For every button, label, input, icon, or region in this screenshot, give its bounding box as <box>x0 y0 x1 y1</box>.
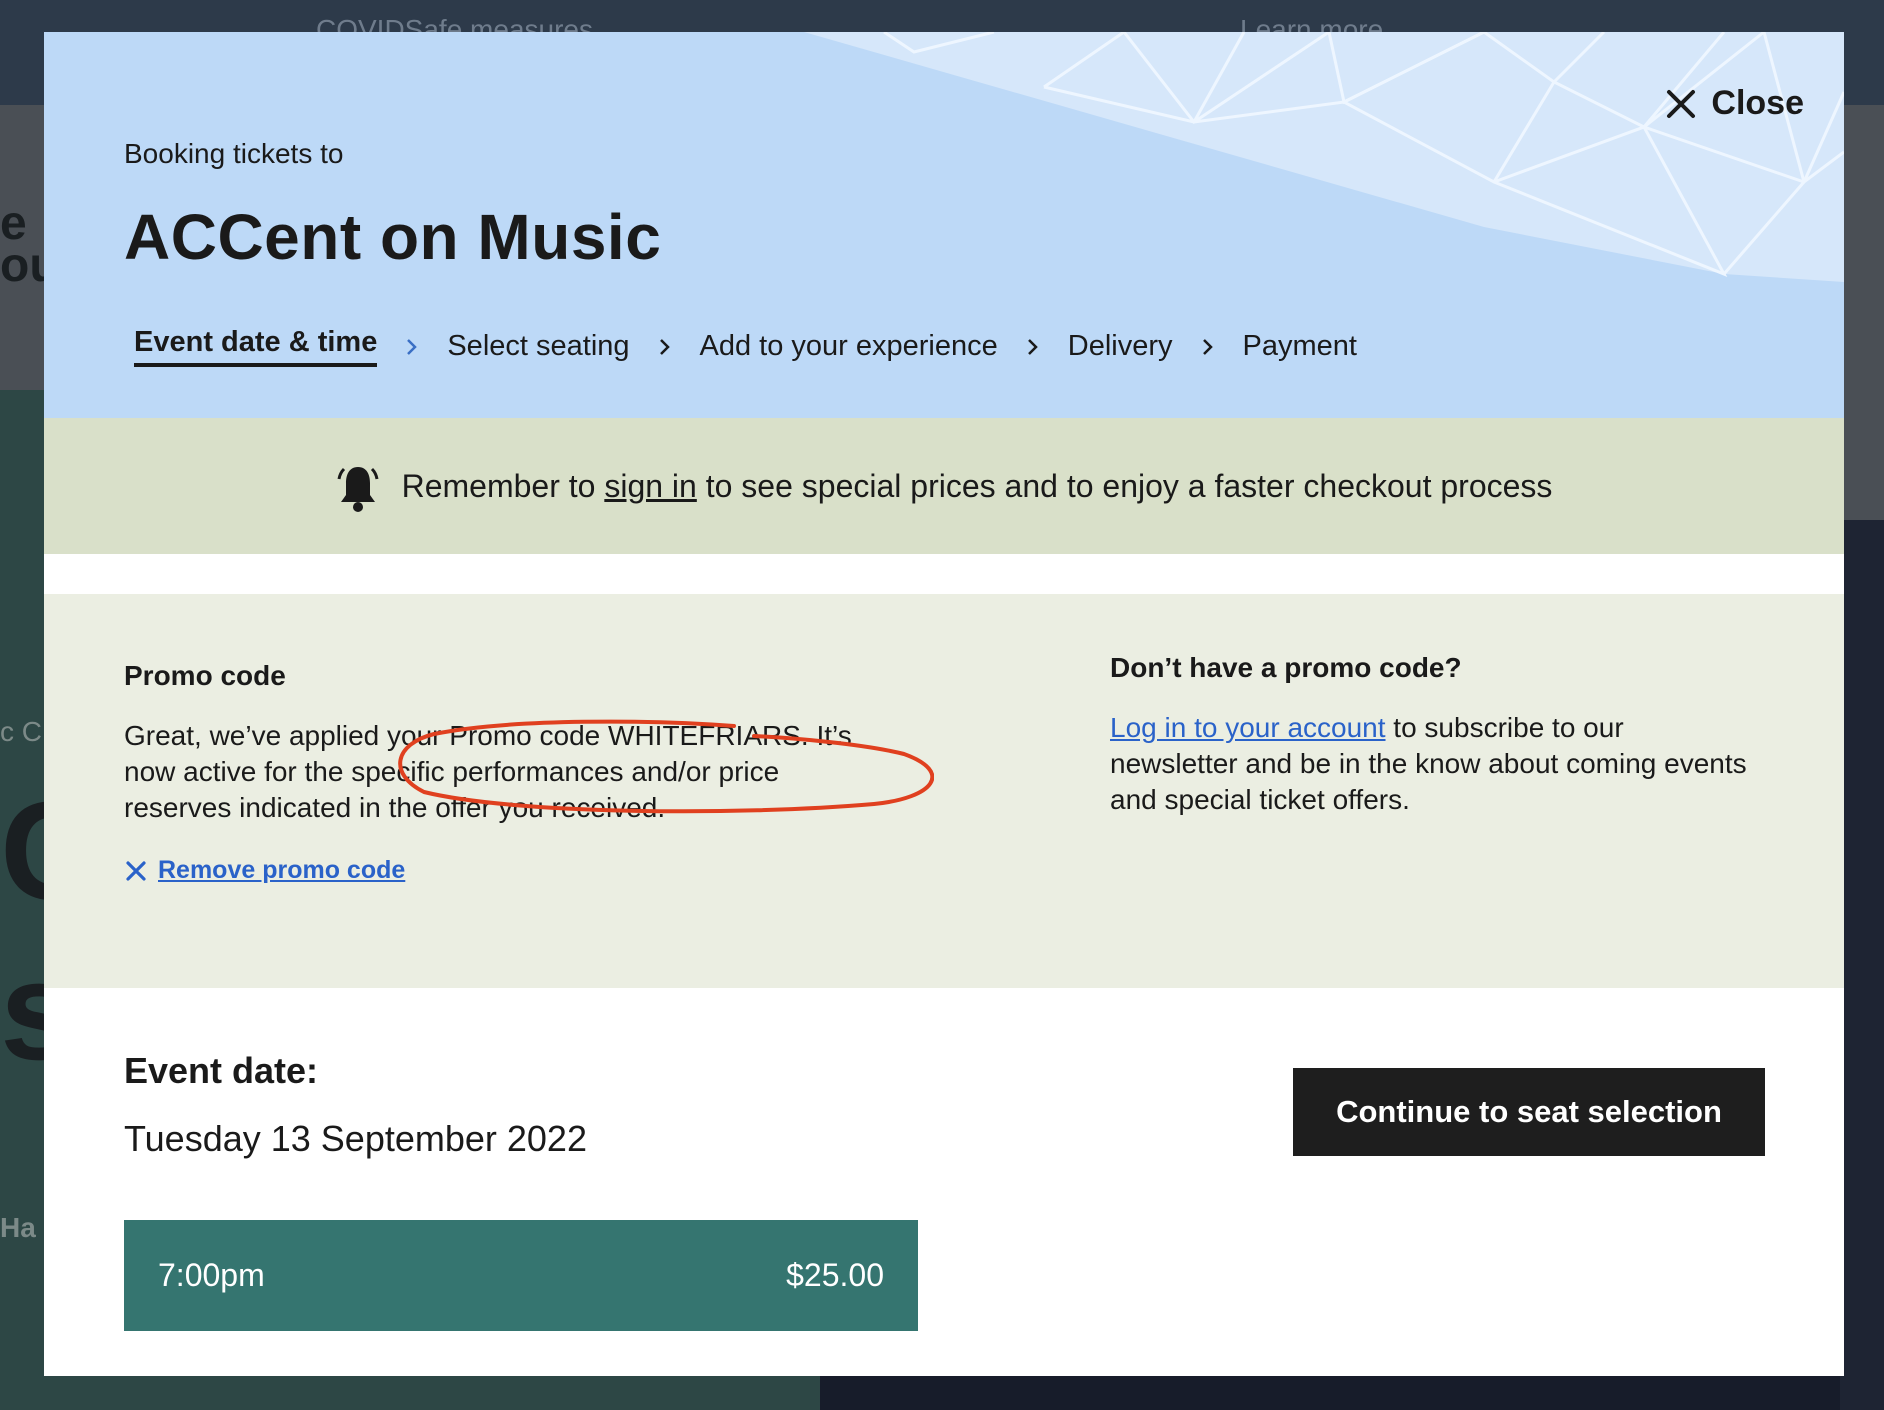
promo-heading: Promo code <box>124 660 286 691</box>
chevron-right-icon <box>654 336 676 358</box>
close-button[interactable]: Close <box>1665 84 1804 123</box>
no-promo-text: Log in to your account to subscribe to o… <box>1110 710 1750 818</box>
signin-suffix: to see special prices and to enjoy a fas… <box>705 467 1553 504</box>
booking-steps: Event date & time Select seating Add to … <box>134 326 1357 367</box>
step-add-to-experience[interactable]: Add to your experience <box>700 330 998 363</box>
close-icon <box>1667 89 1696 118</box>
modal-header: Close Booking tickets to ACCent on Music… <box>44 32 1844 418</box>
step-delivery[interactable]: Delivery <box>1068 330 1173 363</box>
no-promo-heading: Don’t have a promo code? <box>1110 652 1462 683</box>
close-label: Close <box>1711 84 1804 122</box>
signin-prefix: Remember to <box>401 467 596 504</box>
step-event-date-time[interactable]: Event date & time <box>134 326 378 367</box>
background-text-fragment: c C <box>0 716 42 747</box>
close-icon <box>126 860 146 881</box>
chevron-right-icon <box>1022 336 1044 358</box>
bell-icon <box>336 459 380 513</box>
log-in-account-link[interactable]: Log in to your account <box>1110 712 1386 743</box>
signin-reminder-bar: Remember to sign in to see special price… <box>44 418 1844 554</box>
background-photo-right <box>1840 520 1884 1410</box>
event-date-value: Tuesday 13 September 2022 <box>124 1118 587 1159</box>
event-title: ACCent on Music <box>124 201 662 273</box>
chevron-right-icon <box>1197 336 1219 358</box>
step-payment[interactable]: Payment <box>1243 330 1357 363</box>
time-slot-option[interactable]: 7:00pm $25.00 <box>124 1220 918 1331</box>
promo-code-panel: Promo code Great, we’ve applied your Pro… <box>124 660 884 885</box>
background-text-fragment: Ha <box>0 1212 36 1243</box>
chevron-right-icon <box>401 336 423 358</box>
promo-applied-message: Great, we’ve applied your Promo code WHI… <box>124 720 852 823</box>
no-promo-panel: Don’t have a promo code? Log in to your … <box>1110 652 1750 818</box>
event-date-label: Event date: <box>124 1050 319 1091</box>
step-select-seating[interactable]: Select seating <box>447 330 629 363</box>
sign-in-link[interactable]: sign in <box>604 468 697 505</box>
promo-section: Promo code Great, we’ve applied your Pro… <box>44 594 1844 988</box>
time-slot-price: $25.00 <box>786 1257 884 1293</box>
time-slot-time: 7:00pm <box>158 1257 265 1293</box>
booking-label: Booking tickets to <box>124 138 344 169</box>
remove-promo-button[interactable]: Remove promo code <box>124 856 884 885</box>
booking-modal: Close Booking tickets to ACCent on Music… <box>44 32 1844 1376</box>
continue-to-seat-selection-button[interactable]: Continue to seat selection <box>1293 1068 1765 1156</box>
remove-promo-label: Remove promo code <box>158 856 406 884</box>
